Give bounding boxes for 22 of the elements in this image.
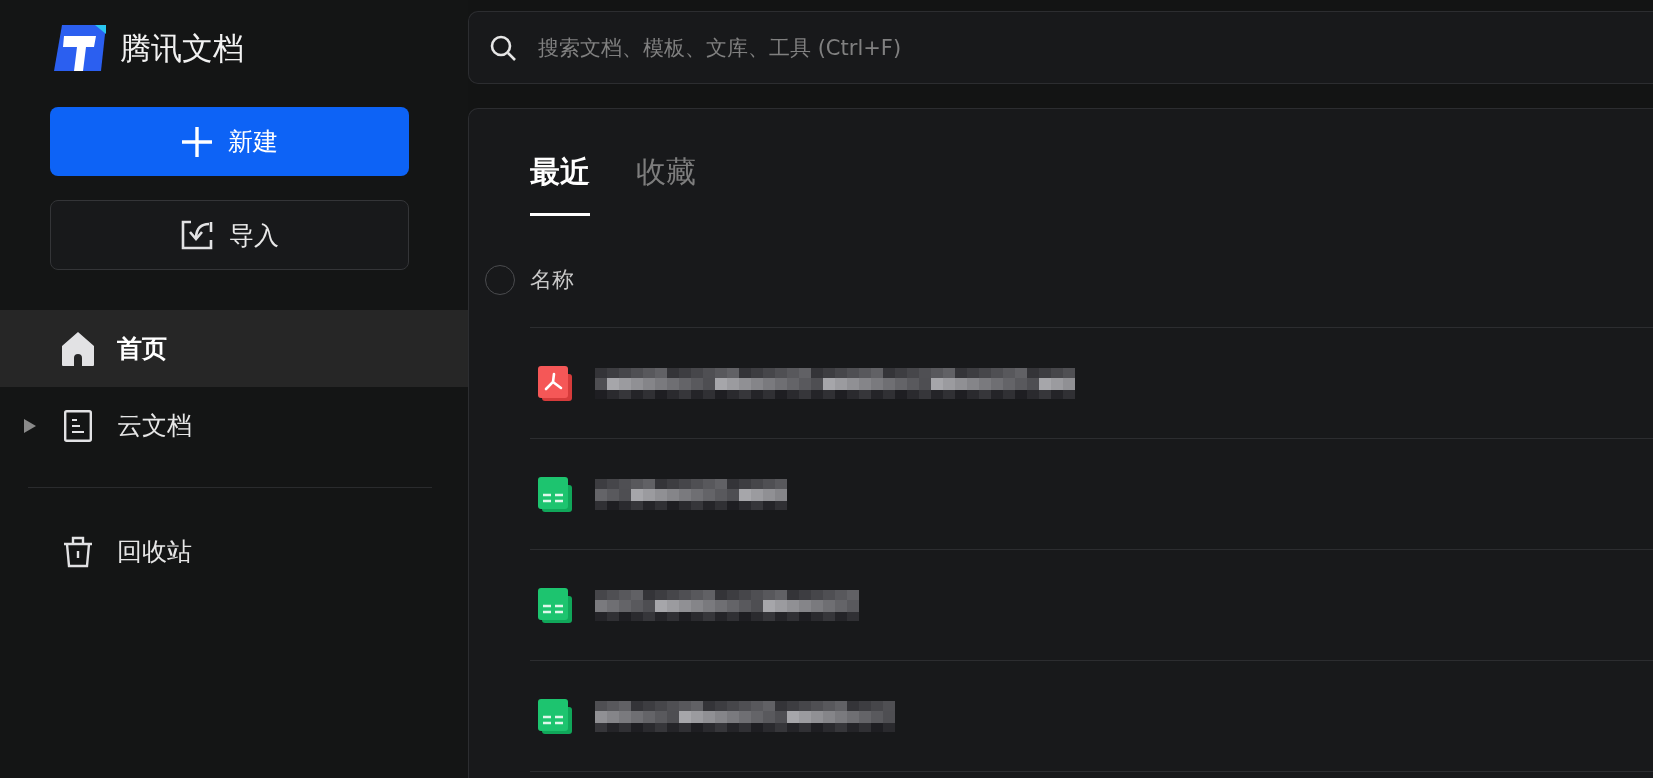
app-name: 腾讯文档: [120, 32, 244, 64]
tab[interactable]: 最近: [530, 151, 590, 216]
logo-icon: [54, 25, 106, 71]
spreadsheet-file-icon: [538, 587, 572, 623]
pdf-file-icon: [538, 365, 572, 401]
import-button[interactable]: 导入: [50, 200, 409, 270]
new-button[interactable]: 新建: [50, 107, 409, 176]
plus-icon: [181, 126, 212, 157]
sidebar-nav-item[interactable]: 云文档: [0, 387, 468, 464]
sidebar-nav-item[interactable]: 回收站: [0, 513, 468, 590]
trash-icon: [63, 535, 93, 568]
search-icon: [490, 34, 516, 61]
search-field[interactable]: 搜索文档、模板、文库、工具 (Ctrl+F): [468, 11, 1653, 84]
sidebar-nav-item[interactable]: 首页: [0, 310, 468, 387]
document-icon: [64, 409, 92, 442]
spreadsheet-file-icon: [538, 698, 572, 734]
spreadsheet-file-icon: [538, 476, 572, 512]
home-icon: [62, 331, 94, 366]
tab[interactable]: 收藏: [636, 151, 696, 216]
caret-icon[interactable]: [24, 418, 36, 433]
column-header[interactable]: 名称: [530, 266, 574, 294]
import-icon: [180, 220, 213, 250]
